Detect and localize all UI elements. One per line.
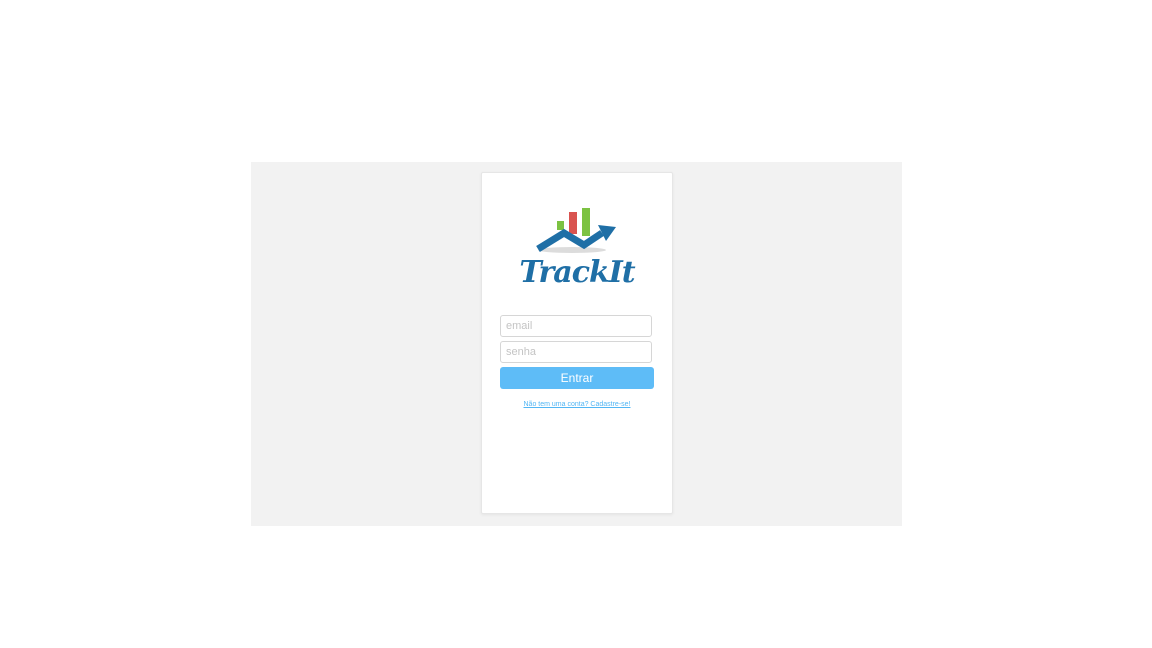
- brand-name: TrackIt: [519, 255, 635, 290]
- chart-arrow-logo-icon: [536, 208, 616, 253]
- email-input[interactable]: [500, 315, 652, 337]
- password-input[interactable]: [500, 341, 652, 363]
- login-card: TrackIt Entrar Não tem uma conta? Cadast…: [481, 172, 673, 514]
- app-viewport: TrackIt Entrar Não tem uma conta? Cadast…: [251, 162, 902, 526]
- signup-link[interactable]: Não tem uma conta? Cadastre-se!: [482, 401, 672, 408]
- login-button[interactable]: Entrar: [500, 367, 654, 389]
